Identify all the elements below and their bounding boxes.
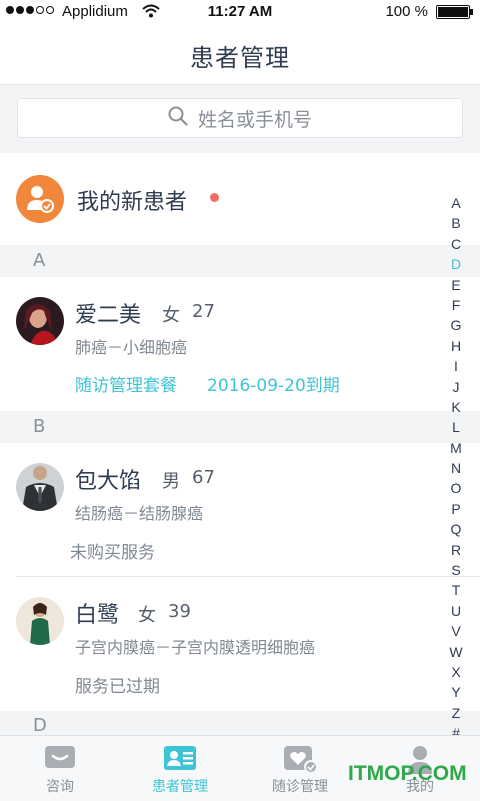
new-patients-row[interactable]: 我的新患者 bbox=[0, 153, 480, 245]
index-letter[interactable]: Y bbox=[447, 682, 465, 702]
tab-patient-management[interactable]: 患者管理 bbox=[120, 736, 240, 801]
index-letter[interactable]: W bbox=[447, 642, 465, 662]
patient-diagnosis: 子宫内膜癌－子宫内膜透明细胞癌 bbox=[75, 638, 316, 657]
index-letter[interactable]: L bbox=[447, 417, 465, 437]
section-letter: A bbox=[33, 250, 46, 271]
watermark-text: ITMOP.COM bbox=[348, 762, 467, 785]
service-package: 随访管理套餐 bbox=[75, 376, 177, 396]
patient-gender: 女 bbox=[162, 305, 180, 326]
index-letter[interactable]: P bbox=[447, 499, 465, 519]
battery-percentage: 100 % bbox=[385, 3, 428, 20]
service-status: 服务已过期 bbox=[75, 677, 160, 697]
index-letter[interactable]: E bbox=[447, 275, 465, 295]
index-letter[interactable]: I bbox=[447, 356, 465, 376]
index-letter[interactable]: Z bbox=[447, 703, 465, 723]
index-letter[interactable]: X bbox=[447, 662, 465, 682]
battery-tip bbox=[470, 9, 473, 15]
search-area: 姓名或手机号 bbox=[0, 85, 480, 153]
tab-follow-up[interactable]: 随诊管理 bbox=[240, 736, 360, 801]
index-letter[interactable]: V bbox=[447, 621, 465, 641]
navigation-bar: 患者管理 bbox=[0, 24, 480, 85]
patient-row-3[interactable]: 白鹭 女 39 子宫内膜癌－子宫内膜透明细胞癌 服务已过期 bbox=[0, 577, 480, 711]
patient-name: 包大馅 bbox=[75, 469, 142, 494]
battery-icon bbox=[436, 5, 470, 19]
index-letter[interactable]: N bbox=[447, 458, 465, 478]
service-status: 未购买服务 bbox=[70, 543, 155, 563]
service-expiry: 2016-09-20到期 bbox=[207, 376, 340, 396]
index-letter[interactable]: B bbox=[447, 213, 465, 233]
search-icon bbox=[168, 106, 188, 130]
page-title: 患者管理 bbox=[190, 44, 290, 72]
section-letter: B bbox=[33, 416, 46, 437]
index-letter[interactable]: S bbox=[447, 560, 465, 580]
section-header-b: B bbox=[0, 411, 480, 443]
heart-check-icon bbox=[282, 744, 318, 778]
search-input[interactable]: 姓名或手机号 bbox=[17, 98, 463, 138]
index-letter[interactable]: R bbox=[447, 540, 465, 560]
status-bar: Applidium 11:27 AM 100 % bbox=[0, 0, 480, 24]
chat-bubble-icon bbox=[44, 744, 76, 776]
section-header-a: A bbox=[0, 245, 480, 277]
index-letter[interactable]: J bbox=[447, 377, 465, 397]
index-letter[interactable]: U bbox=[447, 601, 465, 621]
index-letter[interactable]: D bbox=[447, 254, 465, 274]
patient-age: 39 bbox=[168, 601, 191, 622]
patient-name: 爱二美 bbox=[75, 303, 142, 328]
section-header-d: D bbox=[0, 711, 480, 736]
new-patients-label: 我的新患者 bbox=[77, 190, 188, 215]
patient-gender: 男 bbox=[162, 471, 180, 492]
patient-age: 67 bbox=[192, 467, 215, 488]
patient-avatar bbox=[16, 597, 64, 645]
index-letter[interactable]: F bbox=[447, 295, 465, 315]
tab-consult[interactable]: 咨询 bbox=[0, 736, 120, 801]
index-letter[interactable]: A bbox=[447, 193, 465, 213]
patient-gender: 女 bbox=[138, 605, 156, 626]
patient-diagnosis: 肺癌－小细胞癌 bbox=[75, 338, 188, 357]
patient-avatar bbox=[16, 297, 64, 345]
patient-row-2[interactable]: 包大馅 男 67 结肠癌－结肠腺癌 未购买服务 bbox=[0, 443, 480, 577]
tab-label: 患者管理 bbox=[152, 779, 208, 795]
unread-badge bbox=[210, 193, 219, 202]
index-letter[interactable]: C bbox=[447, 234, 465, 254]
patient-card-icon bbox=[163, 744, 197, 776]
new-patient-user-icon bbox=[16, 175, 64, 223]
index-letter[interactable]: G bbox=[447, 315, 465, 335]
tab-label: 咨询 bbox=[46, 779, 74, 795]
index-letter[interactable]: M bbox=[447, 438, 465, 458]
index-letter[interactable]: K bbox=[447, 397, 465, 417]
patient-diagnosis: 结肠癌－结肠腺癌 bbox=[75, 504, 204, 523]
patient-avatar bbox=[16, 463, 64, 511]
index-letter[interactable]: Q bbox=[447, 519, 465, 539]
tab-label: 随诊管理 bbox=[272, 779, 328, 795]
patient-name: 白鹭 bbox=[75, 603, 120, 628]
index-letter[interactable]: O bbox=[447, 478, 465, 498]
index-letter[interactable]: T bbox=[447, 580, 465, 600]
patient-row-1[interactable]: 爱二美 女 27 肺癌－小细胞癌 随访管理套餐 2016-09-20到期 bbox=[0, 277, 480, 411]
patient-age: 27 bbox=[192, 301, 215, 322]
search-placeholder: 姓名或手机号 bbox=[197, 108, 312, 131]
index-letter[interactable]: H bbox=[447, 336, 465, 356]
alphabet-index-bar[interactable]: A B C D E F G H I J K L M N O P Q R S T U V W X Y Z # bbox=[447, 193, 465, 744]
section-letter: D bbox=[33, 715, 47, 736]
